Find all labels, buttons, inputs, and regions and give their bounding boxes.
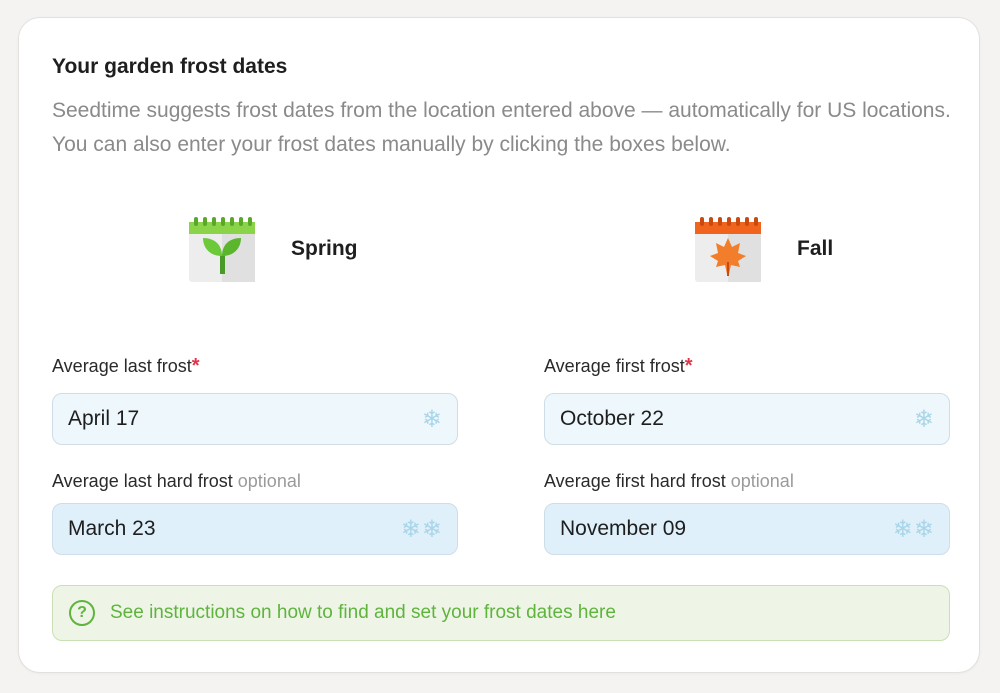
snowflake-icon: ❄ — [421, 405, 443, 433]
required-mark: * — [684, 355, 693, 377]
calendar-seedling-icon — [189, 217, 255, 282]
first-frost-value: October 22 — [560, 407, 664, 430]
first-frost-field[interactable]: October 22 ❄ — [544, 393, 950, 445]
spring-header: Spring — [187, 214, 358, 284]
spring-label: Spring — [291, 237, 358, 260]
optional-tag: optional — [730, 471, 794, 491]
last-frost-label: Average last frost* — [52, 355, 200, 377]
help-circle-icon: ? — [69, 600, 95, 626]
last-hard-frost-value: March 23 — [68, 517, 156, 540]
snowflake-icon: ❄ — [913, 405, 935, 433]
card-description: Seedtime suggests frost dates from the l… — [52, 99, 951, 156]
optional-tag: optional — [237, 471, 301, 491]
first-hard-frost-value: November 09 — [560, 517, 687, 540]
last-frost-field[interactable]: April 17 ❄ — [52, 393, 458, 445]
last-hard-frost-label: Average last hard frost optional — [52, 471, 301, 491]
required-mark: * — [191, 355, 200, 377]
calendar-maple-leaf-icon — [695, 217, 761, 282]
instructions-text: See instructions on how to find and set … — [110, 602, 616, 623]
fall-label: Fall — [797, 237, 834, 260]
frost-instructions-link[interactable]: ? See instructions on how to find and se… — [52, 585, 950, 641]
card-title: Your garden frost dates — [52, 55, 288, 78]
double-snowflake-icon: ❄❄ — [400, 515, 443, 543]
first-hard-frost-field[interactable]: November 09 ❄❄ — [544, 503, 950, 555]
fall-header: Fall — [693, 214, 833, 284]
last-hard-frost-field[interactable]: March 23 ❄❄ — [52, 503, 458, 555]
last-frost-value: April 17 — [68, 407, 140, 430]
first-frost-label: Average first frost* — [544, 355, 693, 377]
first-hard-frost-label: Average first hard frost optional — [544, 471, 794, 491]
frost-dates-card: Your garden frost dates Seedtime suggest… — [18, 17, 980, 673]
double-snowflake-icon: ❄❄ — [892, 515, 935, 543]
